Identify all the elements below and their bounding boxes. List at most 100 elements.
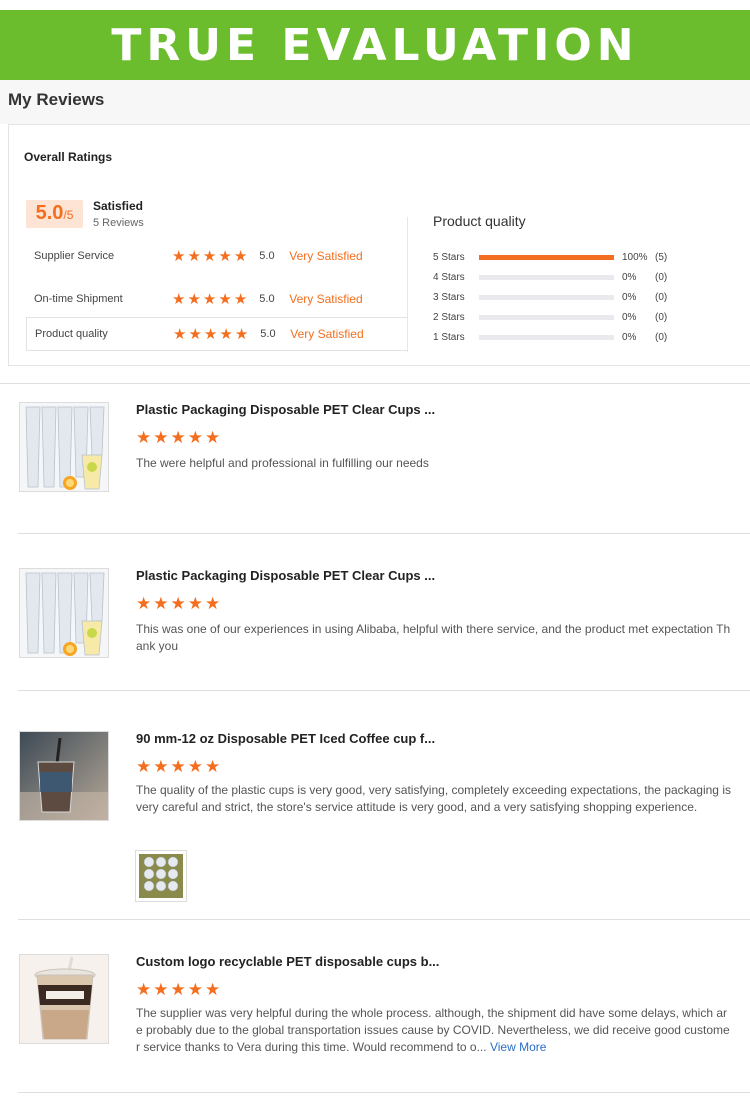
review-text-content: The supplier was very helpful during the… [136, 1006, 730, 1054]
packaged-cups-image [139, 854, 183, 898]
distribution-percent: 0% [622, 291, 637, 303]
distribution-bar-fill [479, 254, 614, 260]
distribution-percent: 100% [622, 251, 648, 263]
star-icon: ★ [233, 246, 248, 265]
sub-rating-label: On-time Shipment [34, 293, 123, 305]
review-text: The were helpful and professional in ful… [136, 456, 429, 470]
star-icon: ★ [136, 980, 152, 1000]
star-rating: ★ ★ ★ ★ ★ [172, 246, 248, 265]
star-icon: ★ [136, 757, 152, 777]
distribution-percent: 0% [622, 311, 637, 323]
star-icon: ★ [218, 246, 232, 265]
distribution-count: (5) [655, 251, 668, 263]
star-icon: ★ [205, 757, 221, 777]
divider [18, 919, 750, 920]
star-icon: ★ [187, 246, 201, 265]
star-icon: ★ [170, 428, 186, 448]
star-icon: ★ [172, 246, 186, 265]
star-icon: ★ [153, 980, 169, 1000]
review-product-title[interactable]: Custom logo recyclable PET disposable cu… [136, 954, 439, 969]
logo-cup-image [20, 955, 108, 1043]
sub-rating-label: Supplier Service [34, 250, 115, 262]
overall-ratings-label: Overall Ratings [24, 150, 113, 164]
page-header: My Reviews [0, 80, 750, 124]
star-icon: ★ [219, 324, 233, 343]
distribution-bar [479, 254, 614, 260]
clear-cups-image [20, 569, 108, 657]
distribution-bar [479, 294, 614, 300]
overall-score-max: /5 [63, 208, 74, 222]
sub-rating-text: Very Satisfied [289, 249, 363, 263]
banner: TRUE EVALUATION [0, 10, 750, 80]
sub-rating-label: Product quality [35, 328, 108, 340]
star-icon: ★ [187, 428, 203, 448]
star-rating: ★ ★ ★ ★ ★ [172, 289, 248, 308]
divider [0, 383, 750, 384]
star-icon: ★ [202, 246, 217, 265]
banner-title: TRUE EVALUATION [111, 19, 639, 71]
product-thumbnail[interactable] [19, 731, 109, 821]
distribution-label: 2 Stars [433, 311, 465, 323]
star-icon: ★ [170, 594, 186, 614]
sub-rating-text: Very Satisfied [290, 327, 364, 341]
divider [18, 533, 750, 534]
star-icon: ★ [233, 289, 248, 308]
distribution-bar [479, 334, 614, 340]
star-icon: ★ [136, 428, 152, 448]
sub-rating-score: 5.0 [260, 328, 276, 340]
star-icon: ★ [187, 594, 203, 614]
star-icon: ★ [173, 324, 187, 343]
star-icon: ★ [203, 324, 218, 343]
sub-rating-score: 5.0 [259, 293, 275, 305]
distribution-bar [479, 314, 614, 320]
star-icon: ★ [153, 757, 169, 777]
star-icon: ★ [187, 289, 201, 308]
distribution-count: (0) [655, 311, 668, 323]
product-thumbnail[interactable] [19, 568, 109, 658]
star-icon: ★ [187, 980, 203, 1000]
star-icon: ★ [136, 594, 152, 614]
distribution-percent: 0% [622, 331, 637, 343]
distribution-count: (0) [655, 331, 668, 343]
star-icon: ★ [234, 324, 249, 343]
review-photo[interactable] [135, 850, 187, 902]
sub-rating-score: 5.0 [259, 250, 275, 262]
review-star-rating: ★ ★ ★ ★ ★ [136, 759, 220, 776]
distribution-percent: 0% [622, 271, 637, 283]
overall-score-badge: 5.0 /5 [26, 200, 83, 228]
distribution-title: Product quality [433, 213, 526, 229]
distribution-count: (0) [655, 271, 668, 283]
review-product-title[interactable]: 90 mm-12 oz Disposable PET Iced Coffee c… [136, 731, 435, 746]
sub-rating-product-quality[interactable]: Product quality ★ ★ ★ ★ ★ 5.0 Very Satisfied [26, 317, 407, 351]
page-title: My Reviews [8, 90, 105, 109]
divider [407, 217, 408, 352]
divider [18, 690, 750, 691]
sub-rating-text: Very Satisfied [289, 292, 363, 306]
star-rating: ★ ★ ★ ★ ★ [173, 324, 249, 343]
satisfaction-label: Satisfied [93, 199, 144, 213]
star-icon: ★ [187, 757, 203, 777]
divider [18, 1092, 750, 1093]
review-text: The quality of the plastic cups is very … [136, 783, 731, 814]
star-icon: ★ [153, 594, 169, 614]
overall-score: 5.0 [35, 202, 64, 224]
star-icon: ★ [172, 289, 186, 308]
distribution-count: (0) [655, 291, 668, 303]
sub-rating-on-time-shipment: On-time Shipment ★ ★ ★ ★ ★ 5.0 Very Satisfie… [26, 282, 407, 316]
review-star-rating: ★ ★ ★ ★ ★ [136, 982, 220, 999]
iced-coffee-cup-image [20, 732, 108, 820]
star-icon: ★ [205, 428, 221, 448]
star-icon: ★ [153, 428, 169, 448]
view-more-link[interactable]: View More [490, 1040, 546, 1054]
star-icon: ★ [205, 980, 221, 1000]
distribution-row-3: 3 Stars 0% (0) [433, 290, 667, 304]
distribution-label: 5 Stars [433, 251, 465, 263]
distribution-bar [479, 274, 614, 280]
review-product-title[interactable]: Plastic Packaging Disposable PET Clear C… [136, 568, 435, 583]
review-star-rating: ★ ★ ★ ★ ★ [136, 430, 220, 447]
review-star-rating: ★ ★ ★ ★ ★ [136, 596, 220, 613]
review-product-title[interactable]: Plastic Packaging Disposable PET Clear C… [136, 402, 435, 417]
product-thumbnail[interactable] [19, 402, 109, 492]
distribution-row-2: 2 Stars 0% (0) [433, 310, 667, 324]
product-thumbnail[interactable] [19, 954, 109, 1044]
